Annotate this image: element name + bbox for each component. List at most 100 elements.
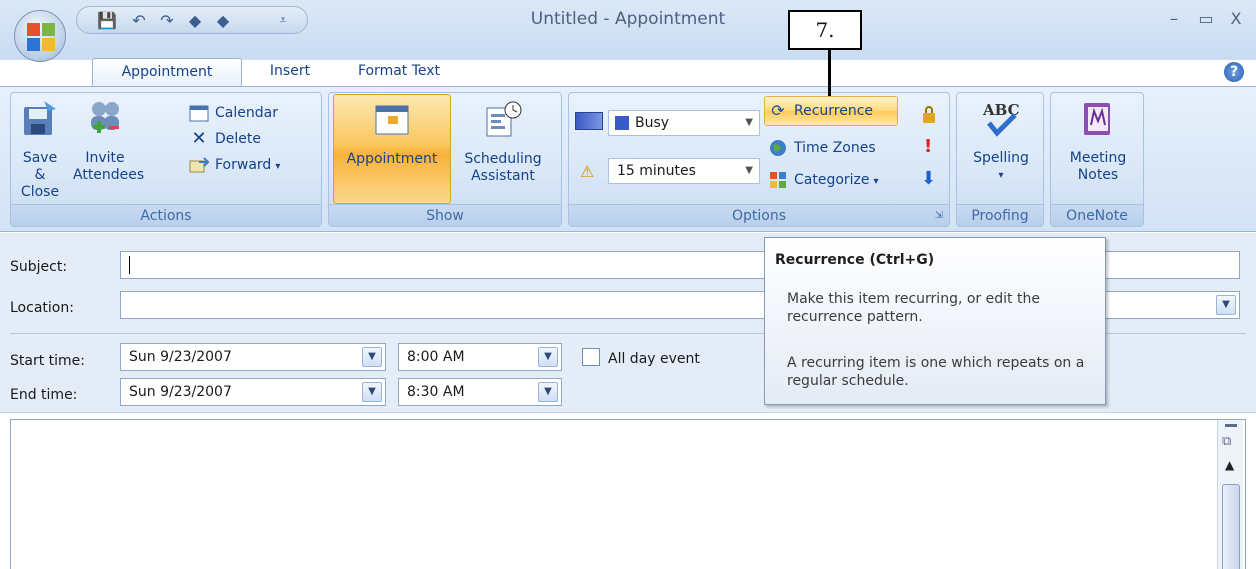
calendar-label: Calendar [215, 105, 278, 121]
time-zones-label: Time Zones [794, 140, 876, 156]
private-lock-icon[interactable] [920, 104, 938, 124]
reminder-select[interactable]: 15 minutes ▼ [608, 158, 760, 184]
tab-insert[interactable]: Insert [250, 58, 330, 86]
end-time-value: 8:30 AM [407, 384, 465, 400]
office-button[interactable] [14, 10, 66, 62]
invite-attendees-icon [91, 102, 119, 133]
start-date-picker[interactable]: Sun 9/23/2007 ▼ [120, 343, 386, 371]
meeting-notes-button[interactable]: Meeting Notes [1055, 95, 1141, 184]
options-dialog-launcher-icon[interactable]: ⇲ [935, 205, 943, 227]
appointment-icon [375, 105, 409, 135]
start-date-value: Sun 9/23/2007 [129, 349, 232, 365]
title-bar: 💾 ↶ ↷ ◆ ◆ ⩡ Untitled - Appointment – ▭ X [0, 0, 1256, 60]
low-importance-icon[interactable]: ⬇ [921, 168, 936, 189]
notes-scrollbar[interactable]: ⧉ ▲ [1217, 420, 1243, 569]
options-label-text: Options [731, 208, 787, 224]
subject-label: Subject: [10, 259, 68, 275]
busy-swatch-icon [615, 116, 629, 130]
scheduling-assistant-button[interactable]: Scheduling Assistant [453, 96, 553, 185]
end-date-dropdown-icon[interactable]: ▼ [362, 382, 382, 402]
scroll-thumb[interactable] [1222, 484, 1240, 569]
start-time-value: 8:00 AM [407, 349, 465, 365]
spelling-label: Spelling [973, 150, 1029, 166]
calendar-button[interactable]: Calendar [189, 101, 278, 125]
reminder-value: 15 minutes [617, 163, 696, 179]
categorize-label: Categorize [794, 172, 870, 188]
invite-attendees-button[interactable]: Invite Attendees [73, 95, 145, 184]
tooltip-text-2: A recurring item is one which repeats on… [787, 355, 1085, 389]
start-date-dropdown-icon[interactable]: ▼ [362, 347, 382, 367]
spelling-button[interactable]: ABC Spelling ▾ [961, 95, 1041, 184]
delete-label: Delete [215, 131, 261, 147]
time-zones-button[interactable]: Time Zones [768, 136, 876, 160]
end-time-label: End time: [10, 387, 78, 403]
split-handle-icon[interactable] [1225, 424, 1237, 427]
all-day-checkbox[interactable] [582, 348, 600, 366]
show-as-select[interactable]: Busy ▼ [608, 110, 760, 136]
onenote-group-label: OneNote [1051, 204, 1143, 226]
scroll-up-icon[interactable]: ▲ [1225, 458, 1234, 472]
end-date-picker[interactable]: Sun 9/23/2007 ▼ [120, 378, 386, 406]
start-time-label: Start time: [10, 353, 85, 369]
delete-button[interactable]: ✕ Delete [189, 127, 261, 151]
maximize-button[interactable]: ▭ [1192, 8, 1220, 30]
tab-appointment[interactable]: Appointment [92, 58, 242, 86]
categorize-icon [768, 171, 788, 189]
onenote-group: Meeting Notes OneNote [1050, 92, 1144, 227]
show-group-label: Show [329, 204, 561, 226]
help-icon[interactable]: ? [1224, 62, 1244, 82]
save-close-button[interactable]: Save & Close [17, 95, 63, 201]
meeting-notes-label: Meeting Notes [1069, 150, 1127, 183]
step-callout: 7. [788, 10, 862, 50]
calendar-icon [189, 104, 209, 122]
high-importance-icon[interactable]: ! [924, 136, 932, 157]
start-time-select[interactable]: 8:00 AM ▼ [398, 343, 562, 371]
scheduling-assistant-icon [486, 101, 522, 137]
spelling-dropdown-icon: ▾ [998, 170, 1004, 181]
forward-icon [189, 156, 211, 174]
show-as-icon [575, 112, 603, 130]
actions-group: Save & Close Invite Attendees Calendar ✕… [10, 92, 322, 227]
text-cursor [129, 256, 130, 274]
recurrence-label: Recurrence [794, 103, 874, 119]
recurrence-button[interactable]: ⟳ Recurrence [768, 99, 873, 123]
invite-attendees-label: Invite Attendees [73, 150, 145, 183]
forward-dropdown-icon: ▾ [275, 161, 281, 172]
recurrence-tooltip: Recurrence (Ctrl+G) Make this item recur… [764, 237, 1106, 405]
categorize-button[interactable]: Categorize ▾ [768, 168, 879, 192]
appointment-view-button[interactable]: Appointment [333, 96, 451, 168]
end-time-select[interactable]: 8:30 AM ▼ [398, 378, 562, 406]
tab-format-text[interactable]: Format Text [344, 58, 454, 86]
show-as-value: Busy [635, 115, 670, 131]
tooltip-title: Recurrence (Ctrl+G) [775, 252, 935, 268]
reminder-bell-icon: ⚠ [580, 162, 595, 181]
delete-icon: ✕ [191, 128, 207, 149]
reminder-dropdown-icon: ▼ [745, 165, 753, 176]
forward-label: Forward [215, 157, 272, 173]
close-button[interactable]: X [1222, 8, 1250, 30]
notes-body[interactable]: ⧉ ▲ [10, 419, 1246, 569]
end-date-value: Sun 9/23/2007 [129, 384, 232, 400]
ruler-icon[interactable]: ⧉ [1222, 434, 1231, 449]
minimize-button[interactable]: – [1160, 8, 1188, 30]
end-time-dropdown-icon[interactable]: ▼ [538, 382, 558, 402]
categorize-dropdown-icon: ▾ [873, 176, 879, 187]
location-label: Location: [10, 300, 74, 316]
globe-icon [768, 139, 788, 157]
callout-pointer [828, 50, 831, 96]
recurrence-icon: ⟳ [771, 101, 785, 120]
location-dropdown-icon[interactable]: ▼ [1216, 295, 1236, 315]
proofing-group: ABC Spelling ▾ Proofing [956, 92, 1044, 227]
scheduling-assistant-label: Scheduling Assistant [464, 151, 542, 184]
window-title: Untitled - Appointment [530, 9, 726, 29]
start-time-dropdown-icon[interactable]: ▼ [538, 347, 558, 367]
actions-group-label: Actions [11, 204, 321, 226]
appointment-view-label: Appointment [346, 151, 438, 167]
office-logo-icon [27, 23, 55, 51]
forward-button[interactable]: Forward ▾ [189, 153, 280, 177]
spelling-icon: ABC [982, 101, 1020, 137]
show-as-dropdown-icon: ▼ [745, 117, 753, 128]
save-close-icon [24, 101, 56, 135]
all-day-label: All day event [608, 351, 700, 367]
meeting-notes-icon [1084, 103, 1110, 135]
